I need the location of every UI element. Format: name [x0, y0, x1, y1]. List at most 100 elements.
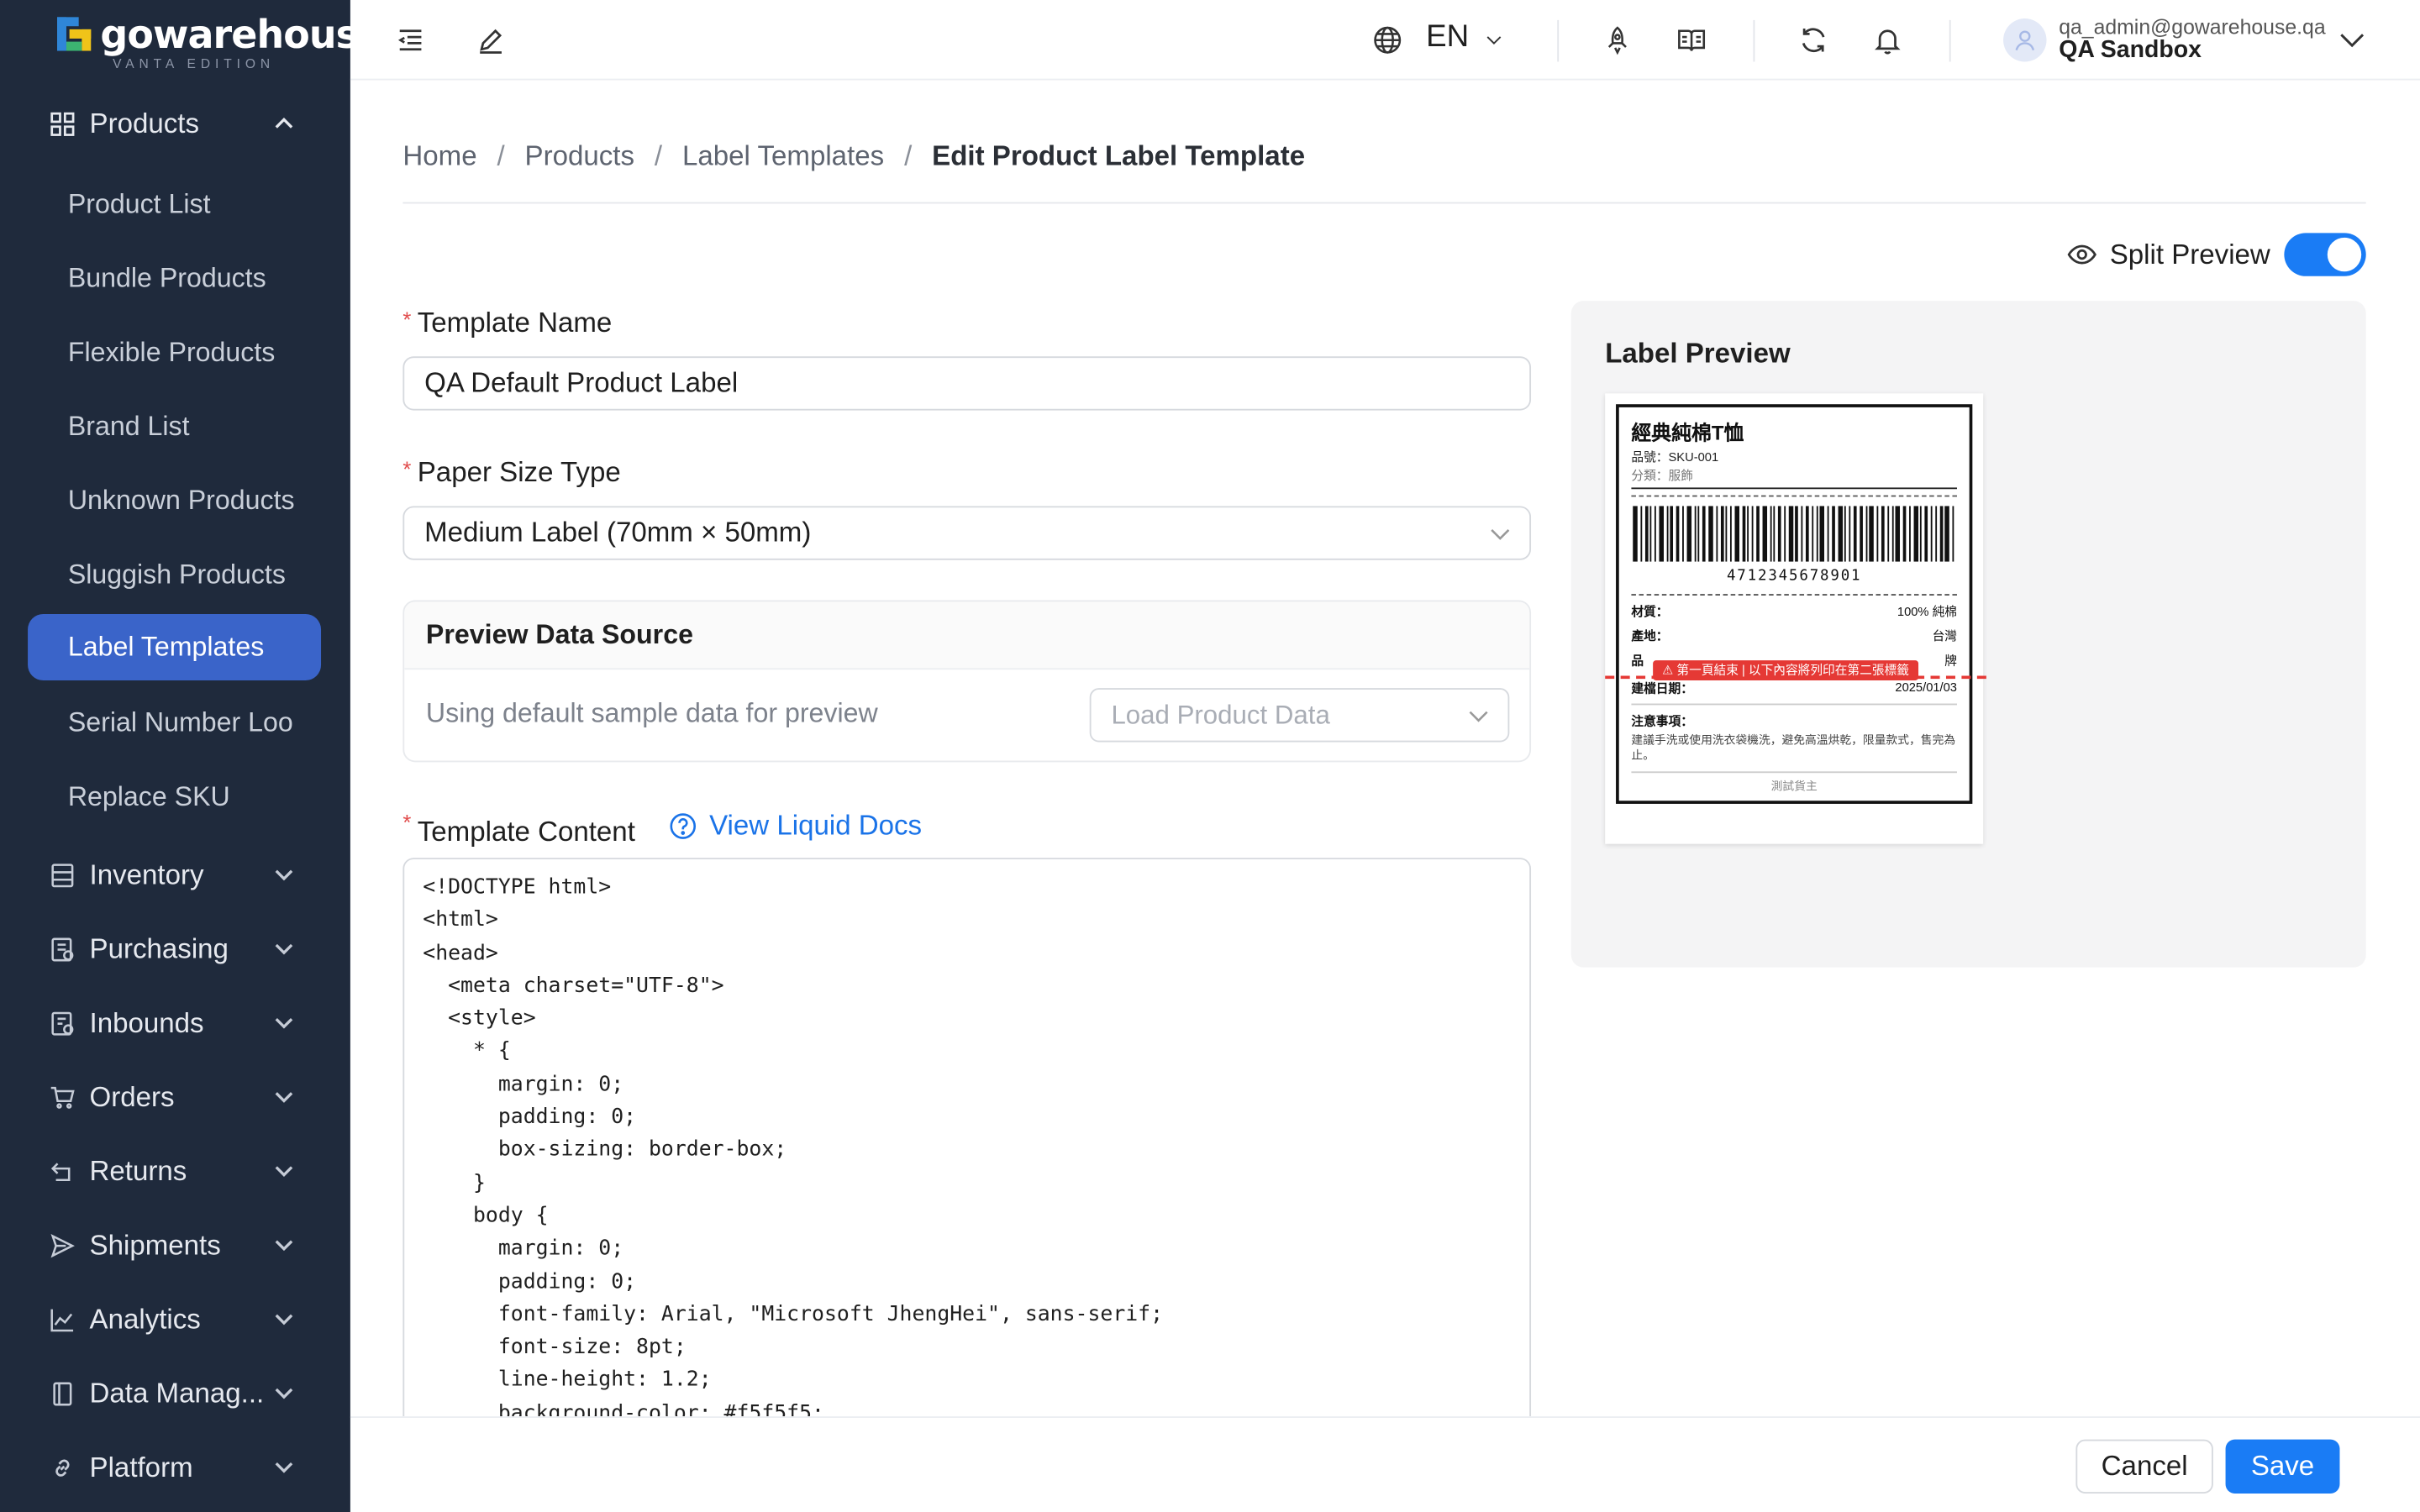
nav-group-returns[interactable]: Returns: [28, 1140, 321, 1201]
nav-group-label: Platform: [89, 1451, 193, 1483]
barcode-bar: [1908, 506, 1911, 562]
split-preview-control: Split Preview: [2066, 233, 2366, 276]
template-code-editor[interactable]: <!DOCTYPE html> <html> <head> <meta charse…: [402, 858, 1532, 1417]
barcode-bar: [1650, 506, 1652, 562]
sidebar-item-unknown-products[interactable]: Unknown Products: [28, 468, 321, 534]
sidebar-item-label: Unknown Products: [67, 484, 295, 516]
chevron-down-icon: [275, 943, 293, 955]
barcode-bar: [1756, 506, 1760, 562]
globe-icon[interactable]: [1370, 24, 1404, 57]
menu-collapse-icon[interactable]: [393, 24, 427, 57]
code-line: background-color: #f5f5f5;: [423, 1400, 824, 1417]
label-divider: [1631, 594, 1957, 596]
paper-size-label: * Paper Size Type: [402, 456, 621, 488]
barcode-bar: [1752, 506, 1754, 562]
sidebar-item-label: Sluggish Products: [67, 558, 286, 590]
nav-group-data-management[interactable]: Data Manag...: [28, 1362, 321, 1424]
sidebar-item-brand-list[interactable]: Brand List: [28, 393, 321, 459]
breadcrumb-products[interactable]: Products: [525, 140, 634, 173]
split-preview-toggle[interactable]: [2284, 233, 2366, 276]
barcode-bar: [1734, 506, 1739, 562]
chevron-down-icon: [275, 1314, 293, 1326]
nav-group-orders[interactable]: Orders: [28, 1066, 321, 1127]
barcode-bar: [1670, 506, 1674, 562]
code-line: padding: 0;: [423, 1105, 637, 1130]
sidebar-item-bundle-products[interactable]: Bundle Products: [28, 245, 321, 312]
code-line: line-height: 1.2;: [423, 1368, 712, 1393]
breadcrumb: Home / Products / Label Templates / Edit…: [402, 140, 1305, 173]
barcode-bar: [1930, 506, 1933, 562]
bell-icon[interactable]: [1870, 24, 1904, 57]
barcode-bar: [1788, 506, 1793, 562]
row-value: 牌: [1944, 654, 1957, 669]
nav-group-label: Returns: [89, 1154, 187, 1186]
cancel-button[interactable]: Cancel: [2075, 1439, 2213, 1494]
code-line: box-sizing: border-box;: [423, 1137, 787, 1163]
paper-size-select[interactable]: Medium Label (70mm × 50mm): [402, 506, 1532, 560]
nav-group-label: Inbounds: [89, 1006, 204, 1038]
code-line: <style>: [423, 1005, 536, 1032]
code-line: <meta charset="UTF-8">: [423, 973, 724, 999]
sidebar-item-flexible-products[interactable]: Flexible Products: [28, 319, 321, 386]
chevron-down-icon[interactable]: [1477, 24, 1511, 57]
page-break-text: 第一頁結束 | 以下內容將列印在第二張標籤: [1676, 663, 1909, 678]
sidebar-item-label-templates[interactable]: Label Templates: [28, 614, 322, 680]
barcode-bar: [1820, 506, 1825, 562]
barcode-bar: [1715, 506, 1718, 562]
book-icon[interactable]: [1675, 24, 1708, 57]
sidebar-item-product-list[interactable]: Product List: [28, 171, 321, 238]
template-name-input[interactable]: QA Default Product Label: [402, 356, 1532, 411]
code-line: padding: 0;: [423, 1268, 637, 1294]
brand-logo[interactable]: gowarehouse VANTA EDITION: [56, 14, 350, 76]
nav-group-purchasing[interactable]: Purchasing: [28, 918, 321, 979]
nav-group-shipments[interactable]: Shipments: [28, 1215, 321, 1276]
view-liquid-docs-link[interactable]: View Liquid Docs: [668, 810, 922, 843]
chevron-down-icon[interactable]: [2335, 24, 2369, 57]
barcode-bar: [1844, 506, 1847, 562]
load-product-data-select[interactable]: Load Product Data: [1089, 688, 1510, 743]
paper-size-value: Medium Label (70mm × 50mm): [424, 517, 812, 549]
breadcrumb-label-templates[interactable]: Label Templates: [682, 140, 884, 173]
sidebar-item-label: Serial Number Loo: [67, 706, 293, 738]
code-line: margin: 0;: [423, 1236, 624, 1262]
purchase-icon: [48, 935, 76, 963]
barcode-bar: [1837, 506, 1843, 562]
user-avatar[interactable]: [2003, 18, 2047, 62]
label-product-name: 經典純棉T恤: [1631, 421, 1744, 444]
preview-source-description: Using default sample data for preview: [425, 697, 878, 728]
nav-group-label: Orders: [89, 1080, 175, 1112]
split-preview-label: Split Preview: [2109, 238, 2270, 270]
barcode-bar: [1881, 506, 1885, 562]
edit-icon[interactable]: [474, 24, 508, 57]
refresh-icon[interactable]: [1797, 24, 1830, 57]
barcode-bar: [1698, 506, 1700, 562]
nav-group-label: Inventory: [89, 858, 204, 890]
send-icon: [48, 1231, 76, 1259]
nav-group-inventory[interactable]: Inventory: [28, 844, 321, 906]
nav-group-products[interactable]: Products: [28, 92, 321, 154]
nav-group-inbounds[interactable]: Inbounds: [28, 992, 321, 1053]
sidebar-item-sluggish-products[interactable]: Sluggish Products: [28, 542, 321, 608]
sidebar-item-replace-sku[interactable]: Replace SKU: [28, 764, 321, 830]
language-selector[interactable]: EN: [1426, 20, 1469, 55]
barcode-bar: [1865, 506, 1867, 562]
sidebar-item-serial-number-lookup[interactable]: Serial Number Loo: [28, 690, 321, 756]
barcode-bar: [1924, 506, 1928, 562]
barcode-bar: [1859, 506, 1863, 562]
barcode-bar: [1708, 506, 1713, 562]
nav-group-platform[interactable]: Platform: [28, 1436, 321, 1498]
chevron-down-icon: [275, 1462, 293, 1473]
code-line: margin: 0;: [423, 1072, 624, 1097]
rocket-icon[interactable]: [1601, 24, 1634, 57]
barcode-bar: [1934, 506, 1937, 562]
help-circle-icon: [669, 813, 696, 839]
main-content: Home / Products / Label Templates / Edit…: [350, 80, 2420, 1417]
barcode-bar: [1816, 506, 1818, 562]
save-button[interactable]: Save: [2225, 1439, 2340, 1494]
nav-group-analytics[interactable]: Analytics: [28, 1289, 321, 1350]
chevron-down-icon: [275, 1166, 293, 1178]
row-key: 材質：: [1631, 604, 1669, 619]
breadcrumb-home[interactable]: Home: [402, 140, 476, 173]
barcode-bar: [1769, 506, 1771, 562]
barcode-bar: [1741, 506, 1745, 562]
